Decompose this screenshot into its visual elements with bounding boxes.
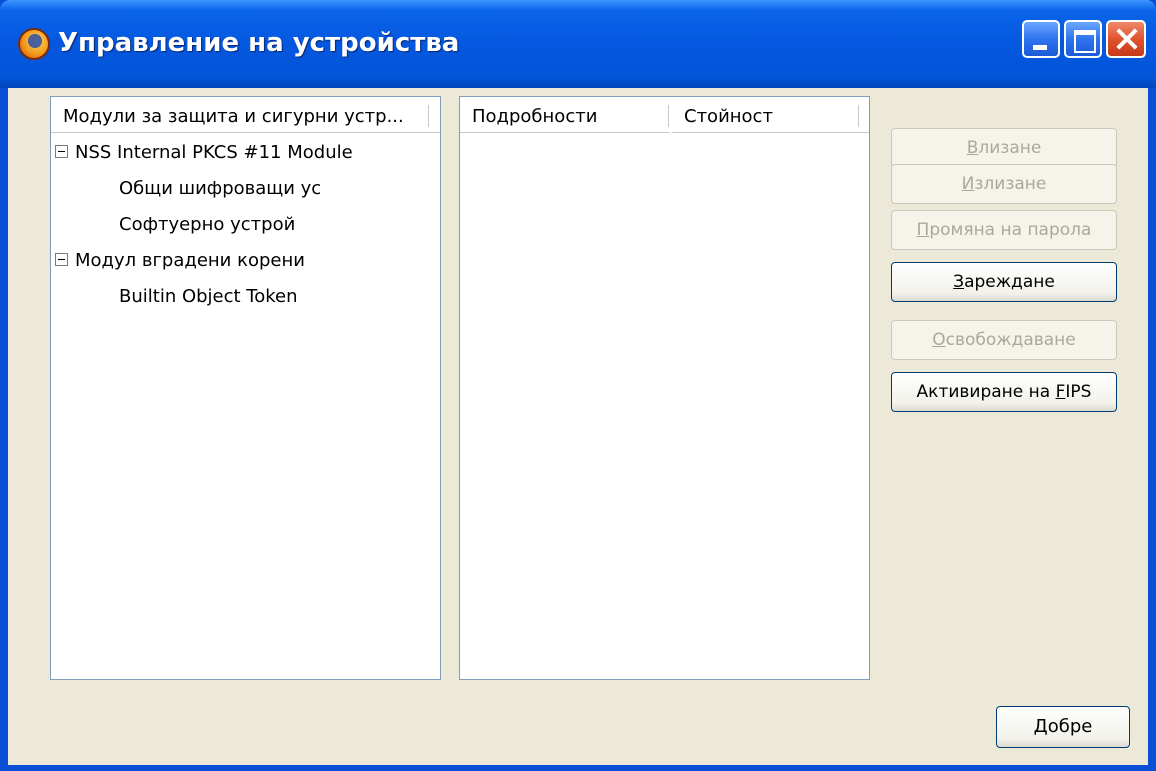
accel-key: В bbox=[966, 138, 979, 158]
change-password-button[interactable]: Промяна на парола bbox=[891, 210, 1117, 250]
accel-key: З bbox=[953, 272, 965, 292]
tree-item-label: Софтуерно устрой bbox=[119, 214, 296, 235]
tree-item-label: Общи шифроващи ус bbox=[119, 178, 322, 199]
button-label: IPS bbox=[1065, 382, 1092, 402]
tree-item-label: Builtin Object Token bbox=[119, 286, 298, 307]
ok-button[interactable]: Добре bbox=[996, 706, 1130, 748]
column-separator bbox=[858, 105, 860, 127]
login-button[interactable]: Влизане bbox=[891, 128, 1117, 168]
button-label: свобождаване bbox=[945, 330, 1076, 350]
details-list[interactable]: Подробности Стойност bbox=[459, 96, 870, 680]
maximize-button[interactable] bbox=[1064, 20, 1102, 58]
window-title: Управление на устройства bbox=[58, 28, 460, 58]
accel-key: П bbox=[916, 220, 930, 240]
tree-column-header[interactable]: Модули за защита и сигурни устр... bbox=[51, 97, 440, 133]
collapse-toggle-icon[interactable] bbox=[55, 253, 68, 266]
enable-fips-button[interactable]: Активиране на FIPS bbox=[891, 372, 1117, 412]
accel-key: Д bbox=[1033, 716, 1048, 737]
logout-button[interactable]: Излизане bbox=[891, 164, 1117, 204]
title-bar[interactable]: Управление на устройства bbox=[0, 0, 1156, 88]
button-label: ромяна на парола bbox=[929, 220, 1092, 240]
button-label: ареждане bbox=[964, 272, 1055, 292]
accel-key: О bbox=[932, 330, 946, 350]
firefox-icon bbox=[18, 28, 50, 60]
tree-item-software-device[interactable]: Софтуерно устрой bbox=[119, 209, 295, 241]
column-header-details[interactable]: Подробности bbox=[460, 97, 670, 133]
accel-key: И bbox=[961, 174, 975, 194]
collapse-toggle-icon[interactable] bbox=[55, 145, 68, 158]
button-label: лизане bbox=[978, 138, 1042, 158]
tree-item-label: NSS Internal PKCS #11 Module bbox=[75, 142, 353, 163]
minimize-button[interactable] bbox=[1022, 20, 1060, 58]
button-label: Активиране на bbox=[916, 382, 1056, 402]
column-header-value-label: Стойност bbox=[684, 106, 773, 127]
tree-item-label: Модул вградени корени bbox=[75, 250, 305, 271]
security-modules-tree[interactable]: Модули за защита и сигурни устр... NSS I… bbox=[50, 96, 441, 680]
device-manager-window: Управление на устройства Модули за защит… bbox=[0, 0, 1156, 771]
close-button[interactable] bbox=[1106, 20, 1146, 58]
column-header-details-label: Подробности bbox=[472, 106, 598, 127]
tree-column-header-label: Модули за защита и сигурни устр... bbox=[63, 106, 404, 127]
button-label: обре bbox=[1047, 716, 1093, 737]
column-separator bbox=[668, 105, 670, 127]
column-separator bbox=[428, 105, 430, 127]
unload-button[interactable]: Освобождаване bbox=[891, 320, 1117, 360]
button-label: злизане bbox=[974, 174, 1047, 194]
load-button[interactable]: Зареждане bbox=[891, 262, 1117, 302]
tree-item-builtin-object-token[interactable]: Builtin Object Token bbox=[119, 281, 298, 313]
accel-key: F bbox=[1055, 382, 1066, 402]
column-header-value[interactable]: Стойност bbox=[672, 97, 869, 133]
tree-item-generic-crypto[interactable]: Общи шифроващи ус bbox=[119, 173, 321, 205]
